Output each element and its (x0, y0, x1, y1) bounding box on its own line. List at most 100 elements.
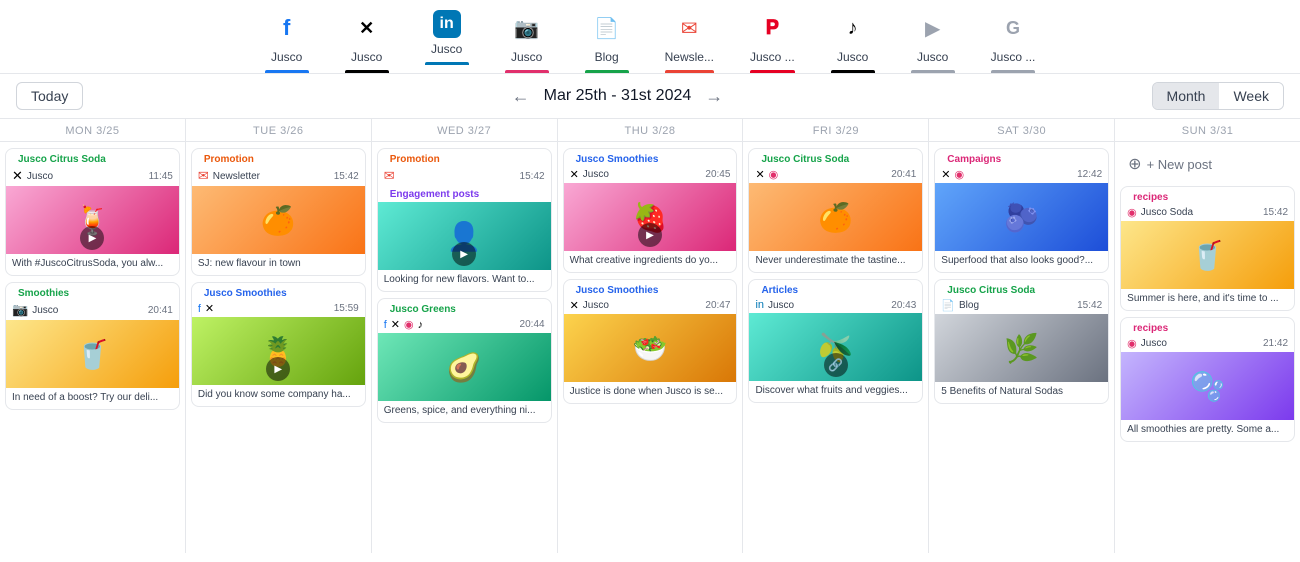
post-sub-tag: Engagement posts (384, 188, 485, 201)
post-card-header: Promotion (378, 149, 551, 168)
facebook-underline (265, 70, 309, 73)
twitter-platform-icon: ✕ (941, 168, 950, 181)
day-header-wed: WED 3/27 (372, 119, 557, 142)
post-meta: ✉ 15:42 (378, 168, 551, 186)
social-item-youtube[interactable]: ▶ Jusco (893, 0, 973, 73)
post-card[interactable]: Jusco Citrus Soda ✕ ◉ 20:41 🍊 Never unde… (748, 148, 923, 273)
post-card[interactable]: Promotion ✉ 15:42 Engagement posts 👤 ▶ L… (377, 148, 552, 292)
instagram-platform-icon: ◉ (404, 318, 414, 331)
social-item-newsletter[interactable]: ✉ Newsle... (647, 0, 732, 73)
post-card-header: Jusco Citrus Soda (749, 149, 922, 168)
post-card[interactable]: Jusco Smoothies f ✕ 15:59 🍍 ▶ Did you kn… (191, 282, 366, 407)
post-meta: in Jusco 20:43 (749, 299, 922, 313)
social-item-instagram[interactable]: 📷 Jusco (487, 0, 567, 73)
post-image: 🥤 (1121, 221, 1294, 289)
facebook-platform-icon: f (198, 303, 201, 315)
post-card-header: Jusco Citrus Soda (6, 149, 179, 168)
post-image: 🥗 (564, 314, 737, 382)
month-view-button[interactable]: Month (1153, 83, 1220, 109)
tiktok-underline (831, 70, 875, 73)
date-navigation: ← Mar 25th - 31st 2024 → (83, 86, 1151, 107)
post-card[interactable]: recipes ◉ Jusco Soda 15:42 🥤 Summer is h… (1120, 186, 1295, 311)
post-meta: ✕ ◉ 12:42 (935, 168, 1108, 183)
day-col-mon: MON 3/25 Jusco Citrus Soda ✕ Jusco 11:45… (0, 119, 186, 553)
platform-label: Jusco (27, 171, 145, 182)
calendar-header: Today ← Mar 25th - 31st 2024 → Month Wee… (0, 74, 1300, 119)
post-card[interactable]: Jusco Greens f ✕ ◉ ♪ 20:44 🥑 Greens, spi… (377, 298, 552, 423)
social-label-twitter: Jusco (351, 50, 382, 64)
video-play-icon: ▶ (266, 357, 290, 381)
post-tag: recipes (1127, 191, 1174, 204)
social-item-google[interactable]: G Jusco ... (973, 0, 1054, 73)
today-button[interactable]: Today (16, 82, 83, 110)
post-text: In need of a boost? Try our deli... (6, 388, 179, 409)
post-tag: Articles (755, 284, 804, 297)
social-label-facebook: Jusco (271, 50, 302, 64)
day-header-mon: MON 3/25 (0, 119, 185, 142)
post-image-emoji: 🌿 (1004, 332, 1039, 365)
post-time: 15:42 (1263, 207, 1288, 218)
newsletter-icon: ✉ (671, 10, 707, 46)
post-meta: ✕ Jusco 20:47 (564, 299, 737, 314)
post-card[interactable]: recipes ◉ Jusco 21:42 🫧 All smoothies ar… (1120, 317, 1295, 442)
post-time: 20:43 (891, 300, 916, 311)
google-icon: G (995, 10, 1031, 46)
post-time: 20:41 (148, 305, 173, 316)
post-card[interactable]: Campaigns ✕ ◉ 12:42 🫐 Superfood that als… (934, 148, 1109, 273)
google-underline (991, 70, 1036, 73)
video-play-icon: ▶ (452, 242, 476, 266)
post-time: 11:45 (149, 171, 173, 182)
post-text: Looking for new flavors. Want to... (378, 270, 551, 291)
post-card[interactable]: Jusco Smoothies ✕ Jusco 20:45 🍓 ▶ What c… (563, 148, 738, 273)
social-item-linkedin[interactable]: in Jusco (407, 0, 487, 73)
post-image: 👤 ▶ (378, 202, 551, 270)
post-image: 🍊 (749, 183, 922, 251)
post-image: 🥤 (6, 320, 179, 388)
post-image: 🌿 (935, 314, 1108, 382)
post-image: 🍹 ▶ (6, 186, 179, 254)
blog-underline (585, 70, 629, 73)
post-text: All smoothies are pretty. Some a... (1121, 420, 1294, 441)
social-item-facebook[interactable]: f Jusco (247, 0, 327, 73)
new-post-button[interactable]: ⊕ + New post (1120, 148, 1295, 180)
post-image: 🍊 (192, 186, 365, 254)
blog-icon: 📄 (589, 10, 625, 46)
instagram-underline (505, 70, 549, 73)
day-content-fri: Jusco Citrus Soda ✕ ◉ 20:41 🍊 Never unde… (743, 142, 928, 553)
post-card[interactable]: Jusco Citrus Soda 📄 Blog 15:42 🌿 5 Benef… (934, 279, 1109, 404)
post-card[interactable]: Promotion ✉ Newsletter 15:42 🍊 SJ: new f… (191, 148, 366, 276)
social-item-twitter[interactable]: ✕ Jusco (327, 0, 407, 73)
social-bar: f Jusco ✕ Jusco in Jusco 📷 Jusco 📄 Blog … (0, 0, 1300, 74)
post-card-header: recipes (1121, 187, 1294, 206)
week-view-button[interactable]: Week (1219, 83, 1283, 109)
social-item-tiktok[interactable]: ♪ Jusco (813, 0, 893, 73)
post-card-header: Jusco Greens (378, 299, 551, 318)
social-label-pinterest: Jusco ... (750, 50, 795, 64)
post-card[interactable]: Articles in Jusco 20:43 🫒 🔗 Discover wha… (748, 279, 923, 403)
post-text: Never underestimate the tastine... (749, 251, 922, 272)
post-text: Did you know some company ha... (192, 385, 365, 406)
social-item-pinterest[interactable]: 𝐏 Jusco ... (732, 0, 813, 73)
prev-arrow[interactable]: ← (512, 86, 530, 107)
post-meta: 📷 Jusco 20:41 (6, 302, 179, 320)
social-item-blog[interactable]: 📄 Blog (567, 0, 647, 73)
post-card[interactable]: Jusco Citrus Soda ✕ Jusco 11:45 🍹 ▶ With… (5, 148, 180, 276)
twitter-platform-icon: ✕ (205, 302, 214, 315)
next-arrow[interactable]: → (705, 86, 723, 107)
youtube-icon: ▶ (915, 10, 951, 46)
day-header-sat: SAT 3/30 (929, 119, 1114, 142)
post-tag: Jusco Smoothies (570, 284, 665, 297)
post-card[interactable]: Jusco Smoothies ✕ Jusco 20:47 🥗 Justice … (563, 279, 738, 404)
post-card-header: Jusco Citrus Soda (935, 280, 1108, 299)
day-content-mon: Jusco Citrus Soda ✕ Jusco 11:45 🍹 ▶ With… (0, 142, 185, 553)
platform-label: Jusco (583, 169, 702, 180)
day-content-sun: ⊕ + New post recipes ◉ Jusco Soda 15:42 … (1115, 142, 1300, 553)
post-time: 12:42 (1077, 169, 1102, 180)
platform-label: Newsletter (213, 171, 330, 182)
post-time: 21:42 (1263, 338, 1288, 349)
tiktok-platform-icon: ♪ (418, 319, 424, 331)
post-card[interactable]: Smoothies 📷 Jusco 20:41 🥤 In need of a b… (5, 282, 180, 410)
twitter-platform-icon: ✕ (12, 168, 23, 184)
post-image-emoji: 🫧 (1190, 370, 1225, 403)
post-image-emoji: 🥗 (633, 332, 668, 365)
